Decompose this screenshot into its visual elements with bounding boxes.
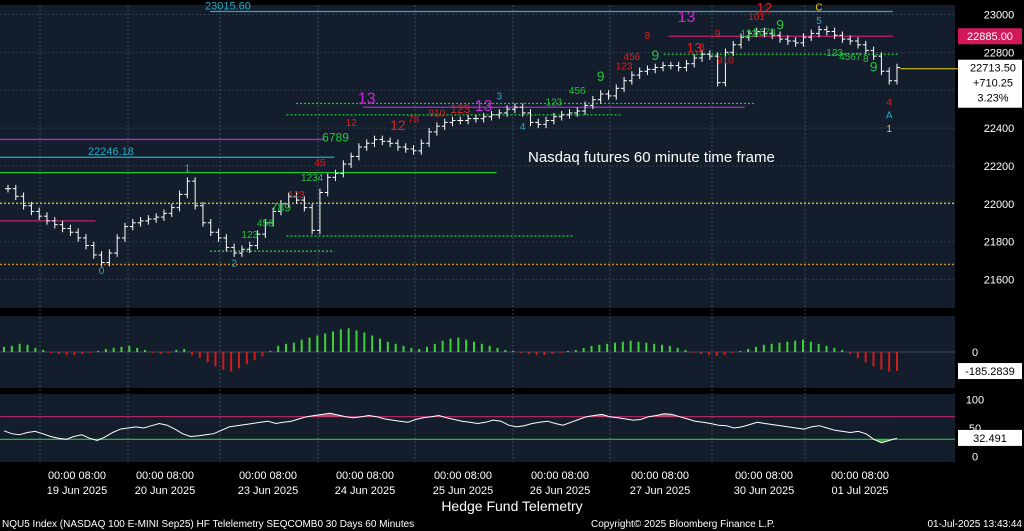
- level-label-mid: 22246.18: [88, 146, 134, 158]
- price-change-pct: 3.23%: [977, 93, 1008, 105]
- sequential-count-label: 456: [257, 219, 274, 230]
- price-tick-label: 23000: [984, 9, 1015, 21]
- sequential-count-label: 8: [699, 42, 705, 53]
- sequential-count-label: 123: [616, 61, 633, 72]
- date-axis-date: 25 Jun 2025: [433, 485, 494, 497]
- sequential-count-label: 9: [651, 47, 659, 63]
- sequential-count-label: 1: [886, 124, 892, 135]
- sequential-count-label: 1: [185, 164, 191, 175]
- sequential-count-label: 13: [358, 90, 376, 107]
- price-tick-label: 22800: [984, 47, 1015, 59]
- sequential-count-label: 13: [475, 98, 493, 115]
- sequential-count-label: 123: [288, 190, 305, 201]
- sequential-count-label: 1234: [301, 173, 324, 184]
- date-axis-time: 00:00 08:00: [239, 470, 297, 482]
- last-price: 22713.50: [970, 63, 1016, 75]
- price-tick-label: 22200: [984, 161, 1015, 173]
- date-axis-time: 00:00 08:00: [735, 470, 793, 482]
- level-label-top: 23015.60: [205, 1, 251, 13]
- sequential-count-label: 12: [757, 0, 773, 16]
- sequential-count-label: 456: [624, 52, 641, 63]
- sequential-count-label: 5678: [753, 27, 776, 38]
- sequential-count-label: 9: [776, 17, 784, 33]
- price-panel-bg: [0, 5, 955, 308]
- bloomberg-chart: 2160021800220002220022400226002280023000…: [0, 0, 1022, 530]
- sequential-count-label: 2: [231, 258, 237, 269]
- sequential-count-label: 123: [241, 230, 258, 241]
- sequential-count-label: 8: [645, 31, 651, 42]
- level-tag: 22885.00: [967, 31, 1013, 43]
- footer-right: 01-Jul-2025 13:43:44: [927, 519, 1022, 530]
- sequential-count-label: 910: [429, 109, 446, 120]
- sequential-count-label: C: [815, 3, 822, 14]
- sequential-count-label: 13: [678, 9, 696, 26]
- date-axis-date: 27 Jun 2025: [630, 485, 691, 497]
- date-axis-date: 23 Jun 2025: [238, 485, 299, 497]
- price-change: +710.25: [973, 78, 1013, 90]
- sequential-count-label: 123: [450, 102, 470, 116]
- date-axis-time: 00:00 08:00: [48, 470, 106, 482]
- footer-title: Hedge Fund Telemetry: [441, 498, 582, 514]
- sequential-count-label: 78: [408, 114, 420, 125]
- price-tick-label: 22400: [984, 123, 1015, 135]
- sequential-count-label: 4: [886, 97, 892, 108]
- rsi-last-value: 32.491: [973, 433, 1007, 445]
- sequential-count-label: 0: [99, 266, 105, 277]
- sequential-count-label: 910: [717, 56, 734, 67]
- date-axis-date: 30 Jun 2025: [734, 485, 795, 497]
- chart-root: 2160021800220002220022400226002280023000…: [0, 0, 1024, 531]
- date-axis-date: 26 Jun 2025: [530, 485, 591, 497]
- sequential-count-label: 9: [715, 29, 721, 40]
- date-axis-date: 24 Jun 2025: [335, 485, 396, 497]
- date-axis-date: 19 Jun 2025: [47, 485, 108, 497]
- sequential-count-label: 12: [346, 118, 358, 129]
- sequential-count-label: 123: [546, 97, 563, 108]
- chart-annotation: Nasdaq futures 60 minute time frame: [528, 149, 775, 166]
- sequential-count-label: 3: [497, 92, 503, 103]
- sequential-count-label: 9: [597, 68, 605, 84]
- date-axis-date: 01 Jul 2025: [832, 485, 889, 497]
- date-axis-time: 00:00 08:00: [136, 470, 194, 482]
- footer-center: Copyright© 2025 Bloomberg Finance L.P.: [591, 519, 775, 530]
- histogram-tick-label: 0: [972, 347, 978, 359]
- price-tick-label: 21800: [984, 237, 1015, 249]
- sequential-count-label: 4: [520, 122, 526, 133]
- price-tick-label: 22000: [984, 199, 1015, 211]
- sequential-count-label: 456: [569, 86, 586, 97]
- date-axis-time: 00:00 08:00: [336, 470, 394, 482]
- sequential-count-label: 45: [314, 158, 326, 169]
- sequential-count-label: 4567: [839, 52, 862, 63]
- sequential-count-label: 12: [390, 117, 406, 133]
- footer-left: NQU5 Index (NASDAQ 100 E-MINI Sep25) HF …: [2, 519, 414, 530]
- rsi-tick-label: 0: [972, 451, 978, 463]
- sequential-count-label: 5: [816, 16, 822, 27]
- sequential-count-label: 8: [863, 54, 869, 65]
- price-tick-label: 21600: [984, 275, 1015, 287]
- date-axis-time: 00:00 08:00: [531, 470, 589, 482]
- sequential-count-label: 789: [271, 200, 291, 214]
- sequential-count-label: A: [886, 111, 893, 122]
- date-axis-time: 00:00 08:00: [631, 470, 689, 482]
- date-axis-time: 00:00 08:00: [434, 470, 492, 482]
- date-axis-time: 00:00 08:00: [831, 470, 889, 482]
- sequential-count-label: 9: [870, 58, 878, 74]
- rsi-tick-label: 100: [966, 395, 984, 407]
- sequential-count-label: 6789: [322, 130, 349, 144]
- histogram-last-value: -185.2839: [965, 366, 1015, 378]
- date-axis-date: 20 Jun 2025: [135, 485, 196, 497]
